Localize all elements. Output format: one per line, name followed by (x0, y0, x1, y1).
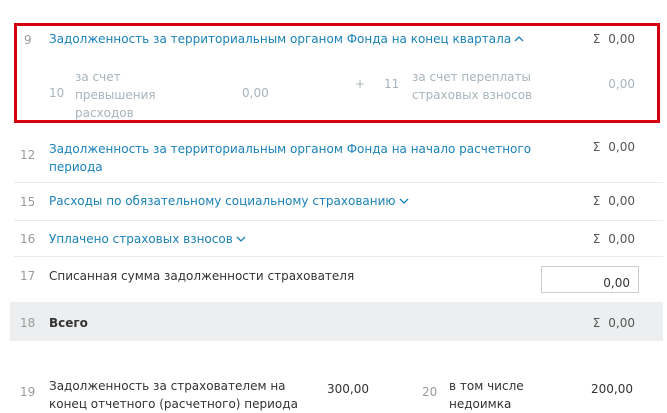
row-number-20: 20 (422, 385, 438, 399)
chevron-down-icon (399, 196, 409, 206)
row-11-value: 0,00 (608, 77, 635, 91)
row-20-value: 200,00 (591, 382, 633, 396)
row-9-label: Задолженность за территориальным органом… (49, 32, 512, 46)
row-11-label: за счет переплаты страховых взносов (412, 68, 532, 104)
row-12-link[interactable]: Задолженность за территориальным органом… (49, 140, 531, 176)
row-divider (14, 182, 663, 183)
row-10-label-line3: расходов (75, 106, 134, 120)
total-row-background (10, 302, 663, 341)
row-15-total: Σ 0,00 (575, 194, 635, 208)
row-16-toggle[interactable]: Уплачено страховых взносов (49, 232, 246, 246)
row-12-value: 0,00 (608, 140, 635, 154)
sigma-icon: Σ (592, 232, 601, 246)
row-15-value: 0,00 (608, 194, 635, 208)
chevron-up-icon (514, 34, 524, 44)
row-10-label: за счет превышения расходов (75, 68, 156, 122)
row-11-label-line2: страховых взносов (412, 88, 533, 102)
row-18-value: 0,00 (608, 316, 635, 330)
row-20-label: в том числе недоимка (449, 377, 524, 413)
row-18-total: Σ 0,00 (575, 316, 635, 330)
row-19-label-line2: конец отчетного (расчетного) периода (49, 397, 298, 411)
row-11-label-line1: за счет переплаты (412, 70, 531, 84)
row-10-label-line2: превышения (75, 88, 156, 102)
row-number-10: 10 (49, 86, 65, 100)
row-10-value: 0,00 (242, 86, 269, 100)
row-19-value: 300,00 (327, 382, 369, 396)
row-19-label-line1: Задолженность за страхователем на (49, 379, 286, 393)
sigma-icon: Σ (592, 140, 601, 154)
sigma-icon: Σ (592, 32, 601, 46)
chevron-down-icon (236, 234, 246, 244)
row-number-19: 19 (20, 385, 36, 399)
row-number-16: 16 (20, 232, 36, 246)
row-divider (14, 256, 663, 257)
row-19-label: Задолженность за страхователем на конец … (49, 377, 298, 413)
row-20-label-line2: недоимка (449, 397, 512, 411)
row-17-label: Списанная сумма задолженности страховате… (49, 269, 355, 283)
row-16-total: Σ 0,00 (575, 232, 635, 246)
row-15-label: Расходы по обязательному социальному стр… (49, 194, 396, 208)
sigma-icon: Σ (592, 194, 601, 208)
row-number-17: 17 (20, 269, 36, 283)
plus-sign: + (355, 77, 366, 91)
row-number-11: 11 (384, 77, 400, 91)
sigma-icon: Σ (592, 316, 601, 330)
row-number-15: 15 (20, 195, 36, 209)
row-number-12: 12 (20, 148, 36, 162)
row-10-label-line1: за счет (75, 70, 121, 84)
row-9-toggle[interactable]: Задолженность за территориальным органом… (49, 32, 524, 46)
row-9-value: 0,00 (608, 32, 635, 46)
written-off-debt-input[interactable] (541, 266, 639, 293)
row-12-total: Σ 0,00 (575, 140, 635, 154)
row-number-9: 9 (24, 33, 32, 47)
row-divider (14, 220, 663, 221)
row-12-label-line2: периода (49, 160, 103, 174)
row-20-label-line1: в том числе (449, 379, 524, 393)
row-15-toggle[interactable]: Расходы по обязательному социальному стр… (49, 194, 409, 208)
row-16-value: 0,00 (608, 232, 635, 246)
row-number-18: 18 (20, 316, 36, 330)
row-12-label-line1: Задолженность за территориальным органом… (49, 142, 532, 156)
row-9-total: Σ 0,00 (575, 32, 635, 46)
row-18-label: Всего (49, 316, 88, 330)
row-16-label: Уплачено страховых взносов (49, 232, 233, 246)
